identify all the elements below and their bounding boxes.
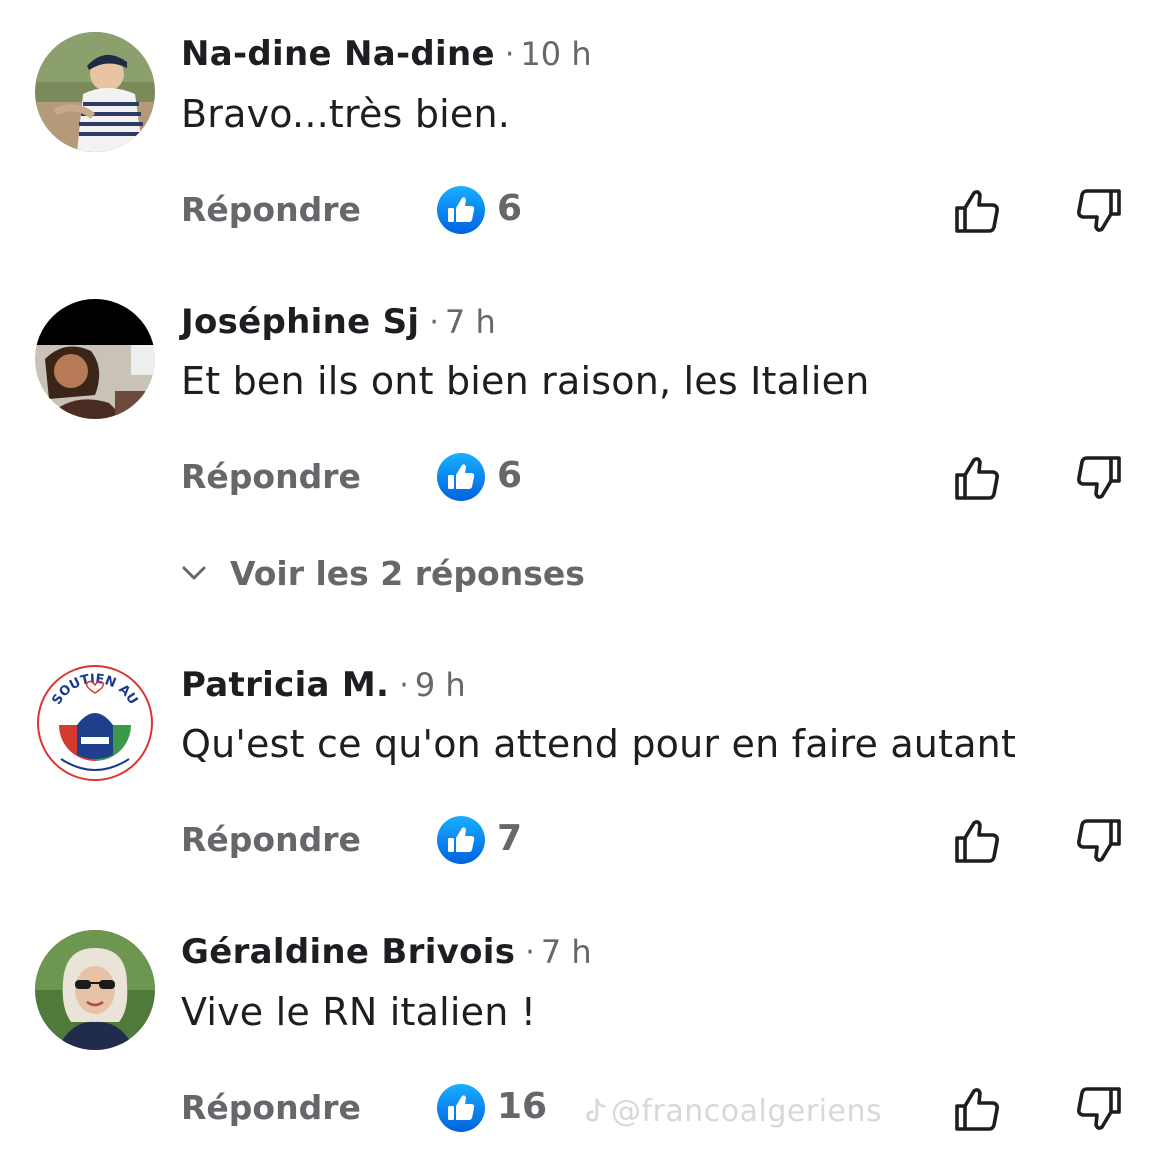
avatar-badge-logo: SOUTIEN AU — [35, 663, 155, 783]
separator-dot: · — [429, 304, 439, 340]
comment-text: Bravo...très bien. — [181, 92, 511, 136]
thumb-down-icon[interactable] — [1074, 186, 1124, 236]
thumb-down-icon[interactable] — [1074, 453, 1124, 503]
tiktok-icon — [586, 1098, 606, 1122]
comment-header: Na-dine Na-dine · 10 h — [181, 32, 592, 76]
avatar[interactable] — [35, 930, 155, 1050]
timestamp: 7 h — [444, 303, 496, 341]
avatar[interactable] — [35, 32, 155, 152]
separator-dot: · — [399, 667, 409, 703]
comment-header: Joséphine Sj · 7 h — [181, 300, 496, 344]
like-badge-icon — [437, 1084, 485, 1132]
like-count: 6 — [497, 455, 523, 496]
timestamp: 9 h — [414, 666, 466, 704]
avatar-photo-boy — [35, 32, 155, 152]
comment-actions: Répondre 6 — [0, 447, 1170, 507]
avatar[interactable]: SOUTIEN AU — [35, 663, 155, 783]
view-replies-label: Voir les 2 réponses — [230, 553, 585, 593]
watermark: @francoalgeriens — [585, 1094, 882, 1129]
comment-text: Qu'est ce qu'on attend pour en faire aut… — [181, 722, 1017, 766]
thumb-up-icon[interactable] — [952, 1084, 1002, 1134]
thumb-down-icon[interactable] — [1074, 816, 1124, 866]
reply-button[interactable]: Répondre — [181, 457, 361, 496]
separator-dot: · — [525, 934, 535, 970]
author-name[interactable]: Na-dine Na-dine — [181, 34, 495, 74]
comment-header: Géraldine Brivois · 7 h — [181, 930, 592, 974]
thumb-down-icon[interactable] — [1074, 1084, 1124, 1134]
comment-actions: Répondre 6 — [0, 180, 1170, 240]
like-count: 16 — [497, 1086, 548, 1127]
author-name[interactable]: Joséphine Sj — [181, 302, 419, 342]
comment-actions: Répondre 7 — [0, 810, 1170, 870]
view-replies-button[interactable]: Voir les 2 réponses — [178, 551, 585, 595]
comments-page: Na-dine Na-dine · 10 h Bravo...très bien… — [0, 0, 1170, 1160]
author-name[interactable]: Patricia M. — [181, 665, 389, 705]
thumb-up-icon[interactable] — [952, 453, 1002, 503]
thumb-up-icon[interactable] — [952, 186, 1002, 236]
watermark-handle: @francoalgeriens — [611, 1094, 883, 1129]
like-badge-icon — [437, 453, 485, 501]
reply-button[interactable]: Répondre — [181, 190, 361, 229]
like-badge-icon — [437, 816, 485, 864]
avatar[interactable] — [35, 299, 155, 419]
like-badge-icon — [437, 186, 485, 234]
reply-button[interactable]: Répondre — [181, 820, 361, 859]
author-name[interactable]: Géraldine Brivois — [181, 932, 515, 972]
avatar-photo-woman-sunglasses — [35, 930, 155, 1050]
chevron-down-icon — [182, 566, 206, 580]
comment-header: Patricia M. · 9 h — [181, 663, 466, 707]
thumb-up-icon[interactable] — [952, 816, 1002, 866]
reply-button[interactable]: Répondre — [181, 1088, 361, 1127]
like-count: 7 — [497, 818, 523, 859]
timestamp: 10 h — [520, 35, 592, 73]
avatar-photo-woman — [35, 299, 155, 419]
comment-text: Et ben ils ont bien raison, les Italien — [181, 359, 870, 403]
like-count: 6 — [497, 188, 523, 229]
separator-dot: · — [504, 36, 515, 72]
comment-text: Vive le RN italien ! — [181, 990, 537, 1034]
timestamp: 7 h — [540, 933, 592, 971]
